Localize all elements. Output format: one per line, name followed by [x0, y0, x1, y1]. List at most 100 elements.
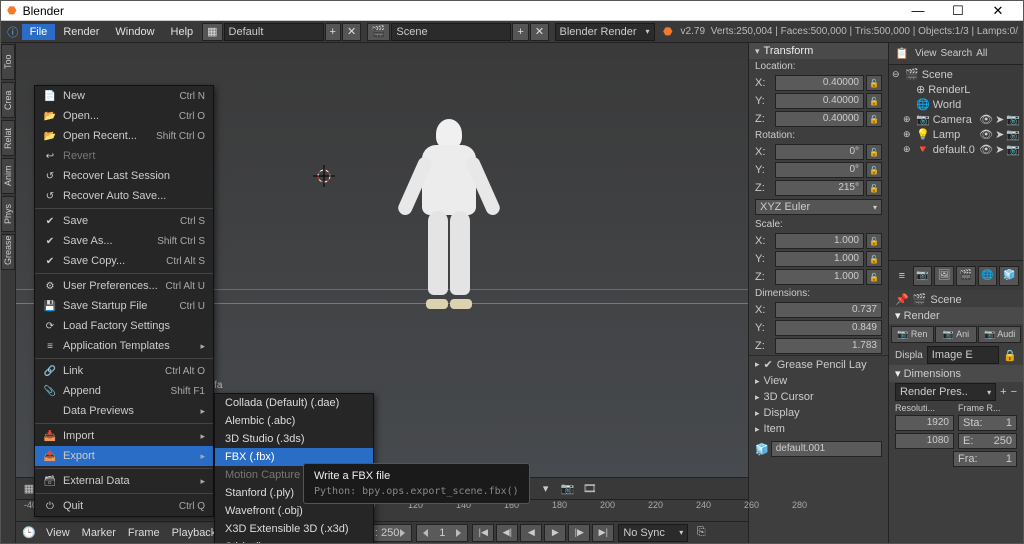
window-minimize-button[interactable]: —	[899, 2, 937, 20]
info-editor-icon[interactable]: ⓘ	[5, 23, 21, 41]
file-menu-dropdown[interactable]: 📄NewCtrl N📂Open...Ctrl O📂Open Recent...S…	[34, 85, 214, 517]
lock-icon[interactable]: 🔓	[866, 93, 882, 109]
loc-z-field[interactable]: 0.40000	[775, 111, 864, 127]
render-tab-icon[interactable]: 📷	[913, 266, 933, 286]
dim-y-field[interactable]: 0.849	[775, 320, 882, 336]
scene-field[interactable]: Scene	[391, 23, 511, 41]
transform-panel-header[interactable]: ▾Transform	[749, 43, 888, 59]
menu-help[interactable]: Help	[163, 24, 202, 40]
scene-browse-icon[interactable]: 🎬	[367, 23, 391, 41]
collapsed-panel-header[interactable]: ▸✔Grease Pencil Lay	[749, 356, 888, 373]
keyframe-prev-button[interactable]: ◀|	[496, 524, 518, 542]
dim-z-field[interactable]: 1.783	[775, 338, 882, 354]
outliner-item[interactable]: ⊕RenderL	[889, 82, 1023, 97]
file-menu-item[interactable]: 🔗LinkCtrl Alt O	[35, 361, 213, 381]
window-maximize-button[interactable]: ☐	[939, 2, 977, 20]
render-tab-button[interactable]: 📷 Audi	[978, 326, 1021, 343]
lock-icon[interactable]: 🔓	[866, 111, 882, 127]
keyframe-next-button[interactable]: |▶	[568, 524, 590, 542]
scene-add-button[interactable]: +	[512, 23, 528, 41]
outliner-editor-icon[interactable]: 📋	[893, 45, 911, 63]
toolshelf-tab[interactable]: Grease Pen	[1, 234, 15, 270]
file-menu-item[interactable]: ↩Revert	[35, 146, 213, 166]
outliner-item[interactable]: ⊕📷Camera👁➤📷	[889, 112, 1023, 127]
collapsed-panel-header[interactable]: ▸Display	[749, 405, 888, 421]
current-frame-field[interactable]: 1	[416, 524, 468, 542]
res-x-field[interactable]: 1920	[895, 415, 954, 431]
render-tab-button[interactable]: 📷 Ani	[935, 326, 978, 343]
rot-z-field[interactable]: 215°	[775, 180, 864, 196]
marker-add-icon[interactable]: ⎘	[692, 524, 710, 542]
menu-window[interactable]: Window	[107, 24, 162, 40]
collapsed-panel-header[interactable]: ▸View	[749, 373, 888, 389]
lock-icon[interactable]: 🔓	[866, 251, 882, 267]
file-menu-item[interactable]: 📂Open Recent...Shift Ctrl O	[35, 126, 213, 146]
window-close-button[interactable]: ✕	[979, 2, 1017, 20]
menu-file[interactable]: File	[22, 24, 56, 40]
thdr-view[interactable]: View	[42, 527, 74, 539]
sync-mode-dropdown[interactable]: No Sync▾	[618, 524, 688, 542]
object-tab-icon[interactable]: 🧊	[999, 266, 1019, 286]
display-mode-dropdown[interactable]: Image E	[927, 346, 1000, 364]
loc-x-field[interactable]: 0.40000	[775, 75, 864, 91]
lock-icon[interactable]: 🔓	[866, 75, 882, 91]
thdr-frame[interactable]: Frame	[124, 527, 164, 539]
file-menu-item[interactable]: 📥Import▸	[35, 426, 213, 446]
file-menu-item[interactable]: Data Previews▸	[35, 401, 213, 421]
file-menu-item[interactable]: ⏻QuitCtrl Q	[35, 496, 213, 516]
pin-icon[interactable]: 📌	[895, 293, 909, 306]
render-engine-dropdown[interactable]: Blender Render▾	[555, 23, 655, 41]
file-menu-item[interactable]: ✔Save As...Shift Ctrl S	[35, 231, 213, 251]
file-menu-item[interactable]: 📂Open...Ctrl O	[35, 106, 213, 126]
lock-icon[interactable]: 🔓	[866, 162, 882, 178]
outliner-item[interactable]: ⊕💡Lamp👁➤📷	[889, 127, 1023, 142]
file-menu-item[interactable]: ✔Save Copy...Ctrl Alt S	[35, 251, 213, 271]
file-menu-item[interactable]: 🗃External Data▸	[35, 471, 213, 491]
lock-icon[interactable]: 🔒	[1003, 349, 1017, 362]
scl-x-field[interactable]: 1.000	[775, 233, 864, 249]
outliner-all[interactable]: All	[976, 48, 987, 59]
outliner-item[interactable]: ⊕🔻default.0👁➤📷	[889, 142, 1023, 157]
menu-render[interactable]: Render	[55, 24, 107, 40]
scl-z-field[interactable]: 1.000	[775, 269, 864, 285]
file-menu-item[interactable]: ↺Recover Auto Save...	[35, 186, 213, 206]
export-menu-item[interactable]: Collada (Default) (.dae)	[215, 394, 373, 412]
preset-add-button[interactable]: +	[1000, 386, 1006, 398]
frame-start-field[interactable]: Sta:1	[958, 415, 1017, 431]
preset-remove-button[interactable]: −	[1011, 386, 1017, 398]
scene-remove-button[interactable]: ✕	[530, 23, 549, 41]
jump-start-button[interactable]: |◀	[472, 524, 494, 542]
export-menu-item[interactable]: Stl (.stl)	[215, 538, 373, 543]
scene-tab-icon[interactable]: 🎬	[956, 266, 976, 286]
rotation-mode-dropdown[interactable]: XYZ Euler▾	[755, 199, 882, 215]
frame-end-field[interactable]: E:250	[958, 433, 1017, 449]
render-preset-dropdown[interactable]: Render Pres..▾	[895, 383, 996, 401]
collapsed-panel-header[interactable]: ▸3D Cursor	[749, 389, 888, 405]
file-menu-item[interactable]: ≡Application Templates▸	[35, 336, 213, 356]
jump-end-button[interactable]: ▶|	[592, 524, 614, 542]
properties-editor-icon[interactable]: ≡	[893, 267, 911, 285]
world-tab-icon[interactable]: 🌐	[978, 266, 998, 286]
scl-y-field[interactable]: 1.000	[775, 251, 864, 267]
play-reverse-button[interactable]: ◀	[520, 524, 542, 542]
file-menu-item[interactable]: 📤Export▸	[35, 446, 213, 466]
lock-icon[interactable]: 🔓	[866, 180, 882, 196]
item-name-field[interactable]: default.001	[771, 441, 882, 457]
res-y-field[interactable]: 1080	[895, 433, 954, 449]
dim-x-field[interactable]: 0.737	[775, 302, 882, 318]
toolshelf-tab[interactable]: Phys	[1, 196, 15, 232]
layout-layers-icon[interactable]: ▦	[202, 23, 222, 41]
outliner-item[interactable]: ⊖🎬Scene	[889, 67, 1023, 82]
outliner[interactable]: ⊖🎬Scene⊕RenderL🌐World⊕📷Camera👁➤📷⊕💡Lamp👁➤…	[889, 65, 1023, 260]
play-button[interactable]: ▶	[544, 524, 566, 542]
collapsed-panel-header[interactable]: ▸Item	[749, 421, 888, 437]
export-menu-item[interactable]: 3D Studio (.3ds)	[215, 430, 373, 448]
outliner-item[interactable]: 🌐World	[889, 97, 1023, 112]
toolshelf-tab[interactable]: Too	[1, 44, 15, 80]
toolshelf-tab[interactable]: Crea	[1, 82, 15, 118]
screen-layout-field[interactable]: Default	[224, 23, 324, 41]
file-menu-item[interactable]: ↺Recover Last Session	[35, 166, 213, 186]
file-menu-item[interactable]: ✔SaveCtrl S	[35, 211, 213, 231]
snap-target-icon[interactable]: ▾	[537, 480, 555, 498]
lock-icon[interactable]: 🔓	[866, 144, 882, 160]
